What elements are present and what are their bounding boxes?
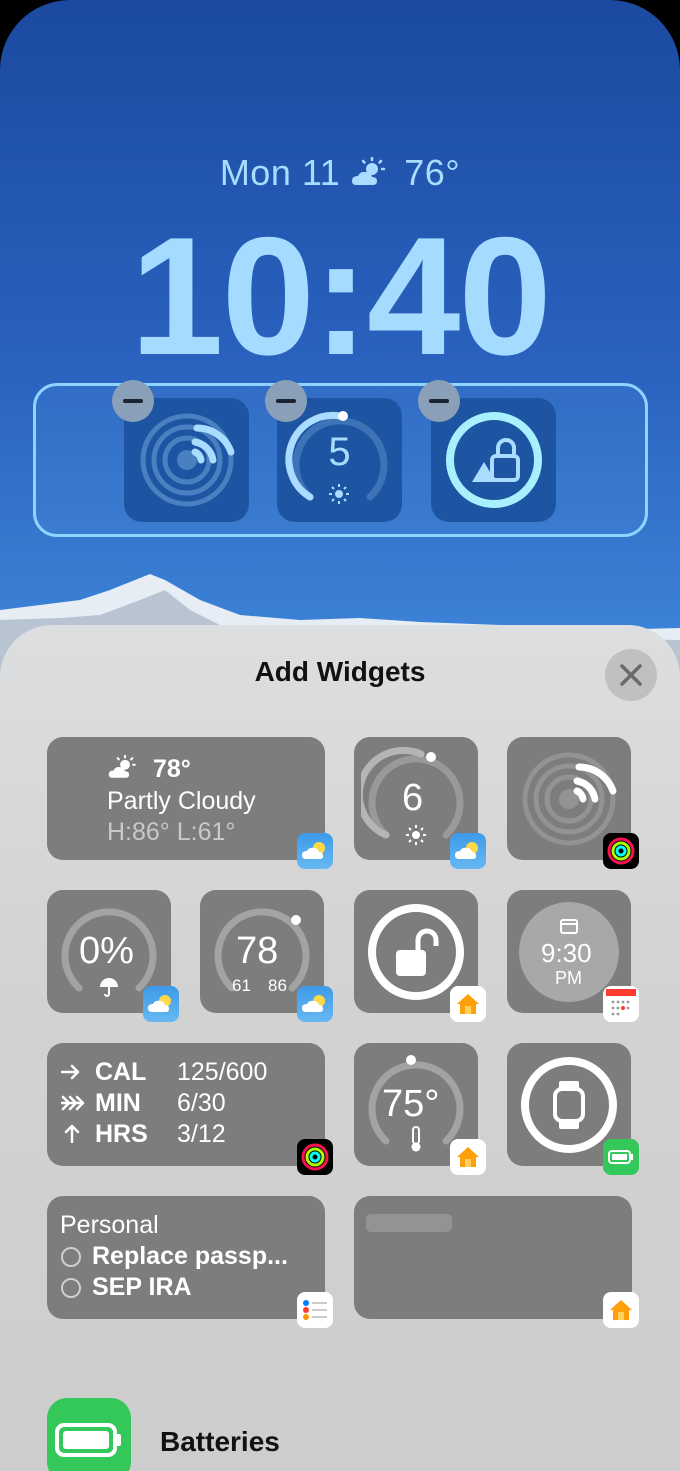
thermometer-icon xyxy=(411,1126,421,1152)
placeholder-bar xyxy=(366,1214,452,1232)
uv-value: 5 xyxy=(328,429,351,474)
wifi-rings-icon xyxy=(140,413,234,507)
thermostat-value: 75° xyxy=(382,1083,440,1125)
home-app-icon xyxy=(603,1292,639,1328)
weather-hilo: H:86° L:61° xyxy=(107,818,236,846)
partly-cloudy-icon xyxy=(352,157,386,185)
temp-value: 78 xyxy=(236,930,279,972)
weather-app-icon xyxy=(450,833,486,869)
umbrella-icon xyxy=(100,978,118,997)
calendar-ampm: PM xyxy=(555,968,582,988)
reminders-app-icon xyxy=(297,1292,333,1328)
calendar-icon xyxy=(560,919,578,934)
home-app-icon xyxy=(450,1139,486,1175)
weather-app-icon xyxy=(297,986,333,1022)
temp-low: 61 xyxy=(232,976,251,995)
date-weather-line[interactable]: Mon 11 76° xyxy=(0,152,680,194)
weather-widget[interactable]: 78° Partly Cloudy H:86° L:61° xyxy=(47,737,325,860)
activity-stats-widget[interactable]: CAL 125/600 MIN 6/30 HRS 3/12 xyxy=(47,1043,325,1166)
reminder-item: SEP IRA xyxy=(92,1273,192,1301)
fitness-app-icon xyxy=(297,1139,333,1175)
reminder-item: Replace passp... xyxy=(92,1242,288,1270)
reminders-list-title: Personal xyxy=(60,1211,159,1239)
lock-screen: Mon 11 76° 10:40 5 Add Widgets 78° Partl… xyxy=(0,0,680,1471)
weather-app-icon xyxy=(297,833,333,869)
weather-condition: Partly Cloudy xyxy=(107,787,256,815)
partly-cloudy-icon xyxy=(108,755,136,778)
reminders-widget[interactable]: Personal Replace passp... SEP IRA xyxy=(47,1196,325,1319)
sun-icon xyxy=(406,825,426,845)
clock-time[interactable]: 10:40 xyxy=(0,212,680,380)
uv-value: 6 xyxy=(402,777,424,819)
close-button[interactable] xyxy=(605,649,657,701)
batteries-app-icon xyxy=(603,1139,639,1175)
activity-label-min: MIN xyxy=(95,1089,141,1117)
calendar-time: 9:30 xyxy=(541,938,592,968)
battery-icon xyxy=(47,1398,131,1471)
activity-label-cal: CAL xyxy=(95,1058,147,1086)
weather-temp: 78° xyxy=(153,755,191,783)
sun-icon xyxy=(329,484,349,504)
remove-home-widget-button[interactable] xyxy=(418,380,460,422)
arrow-right-icon xyxy=(61,1064,80,1080)
activity-label-hrs: HRS xyxy=(95,1120,148,1148)
sheet-title: Add Widgets xyxy=(254,656,426,687)
lock-icon xyxy=(445,412,542,508)
temp-high: 86 xyxy=(268,976,287,995)
activity-value-cal: 125/600 xyxy=(177,1058,268,1086)
lock-temp-text: 76° xyxy=(404,152,461,193)
reminder-checkbox[interactable] xyxy=(61,1247,81,1267)
remove-activity-widget-button[interactable] xyxy=(112,380,154,422)
weather-app-icon xyxy=(143,986,179,1022)
date-text: Mon 11 xyxy=(219,152,341,193)
double-arrow-icon xyxy=(61,1095,85,1111)
rain-value: 0% xyxy=(79,930,134,972)
home-placeholder-widget[interactable] xyxy=(354,1196,632,1319)
activity-value-hrs: 3/12 xyxy=(177,1120,226,1148)
close-icon xyxy=(620,664,642,686)
reminder-checkbox[interactable] xyxy=(61,1278,81,1298)
remove-uv-widget-button[interactable] xyxy=(265,380,307,422)
app-list-label: Batteries xyxy=(160,1426,280,1457)
fitness-app-icon xyxy=(603,833,639,869)
app-list-item-batteries[interactable]: Batteries xyxy=(47,1398,647,1471)
activity-value-min: 6/30 xyxy=(177,1089,226,1117)
arrow-up-icon xyxy=(64,1124,80,1143)
home-app-icon xyxy=(450,986,486,1022)
calendar-app-icon xyxy=(603,986,639,1022)
